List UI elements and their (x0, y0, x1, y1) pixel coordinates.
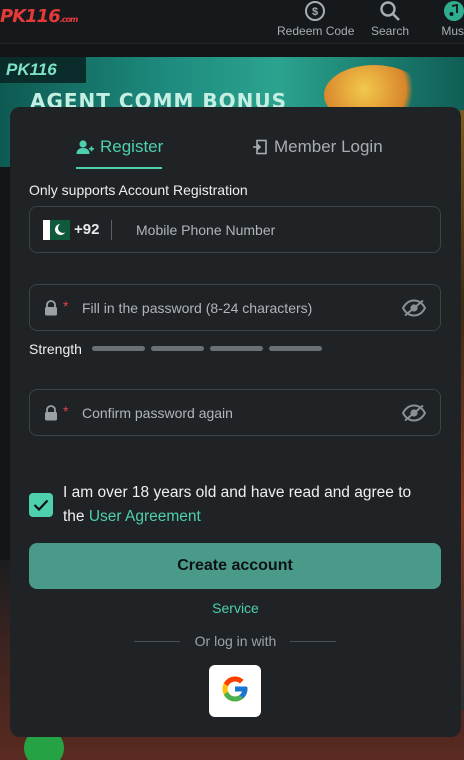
pakistan-flag-icon[interactable] (43, 220, 70, 240)
music-icon (442, 0, 464, 22)
tab-register[interactable]: Register (76, 137, 164, 169)
nav-redeem-label: Redeem Code (277, 24, 355, 38)
divider (111, 220, 112, 240)
strength-segment (151, 346, 204, 351)
check-icon (33, 499, 49, 511)
strength-segment (92, 346, 145, 351)
nav-search[interactable]: Search (368, 0, 412, 44)
svg-text:$: $ (312, 6, 318, 18)
auth-tabs: Register Member Login (10, 107, 461, 171)
user-add-icon (76, 137, 94, 160)
google-icon (220, 674, 250, 709)
nav-music-label: Musi (441, 24, 464, 38)
password-input[interactable] (82, 285, 392, 330)
top-navigation-bar: PK116.com $ Redeem Code Search Musi (0, 0, 464, 44)
service-link[interactable]: Service (10, 600, 461, 616)
phone-input[interactable] (136, 207, 426, 252)
strength-segment (210, 346, 263, 351)
tab-member-login[interactable]: Member Login (252, 137, 383, 167)
google-login-button[interactable] (209, 665, 261, 717)
nav-search-label: Search (370, 24, 410, 38)
banner-badge: PK116 (0, 57, 86, 83)
agreement-checkbox[interactable] (29, 493, 53, 517)
nav-redeem-code[interactable]: $ Redeem Code (277, 0, 355, 44)
login-icon (252, 137, 268, 160)
agreement-text: I am over 18 years old and have read and… (63, 481, 433, 529)
confirm-password-input[interactable] (82, 390, 392, 435)
register-modal: Register Member Login Only supports Acco… (10, 107, 461, 737)
registration-note: Only supports Account Registration (29, 182, 248, 198)
alt-login-label: Or log in with (194, 633, 277, 649)
site-logo[interactable]: PK116.com (0, 6, 80, 28)
logo-text: PK116 (0, 6, 61, 27)
lock-icon (44, 300, 58, 321)
logo-suffix: .com (59, 15, 79, 24)
strength-segment (269, 346, 322, 351)
search-icon (378, 0, 402, 22)
strength-label: Strength (29, 341, 82, 357)
nav-music[interactable]: Musi (434, 0, 464, 44)
divider-right (290, 641, 336, 642)
password-field[interactable]: * (29, 284, 441, 331)
user-agreement-link[interactable]: User Agreement (89, 508, 201, 525)
redeem-icon: $ (303, 0, 327, 22)
confirm-password-field[interactable]: * (29, 389, 441, 436)
phone-field[interactable]: +92 (29, 206, 441, 253)
country-code[interactable]: +92 (74, 221, 99, 238)
required-mark: * (63, 298, 69, 314)
lock-icon (44, 405, 58, 426)
create-account-button[interactable]: Create account (29, 543, 441, 589)
eye-off-icon[interactable] (401, 299, 427, 322)
tab-login-label: Member Login (274, 137, 383, 156)
required-mark: * (63, 403, 69, 419)
tab-register-label: Register (100, 137, 164, 156)
eye-off-icon[interactable] (401, 404, 427, 427)
